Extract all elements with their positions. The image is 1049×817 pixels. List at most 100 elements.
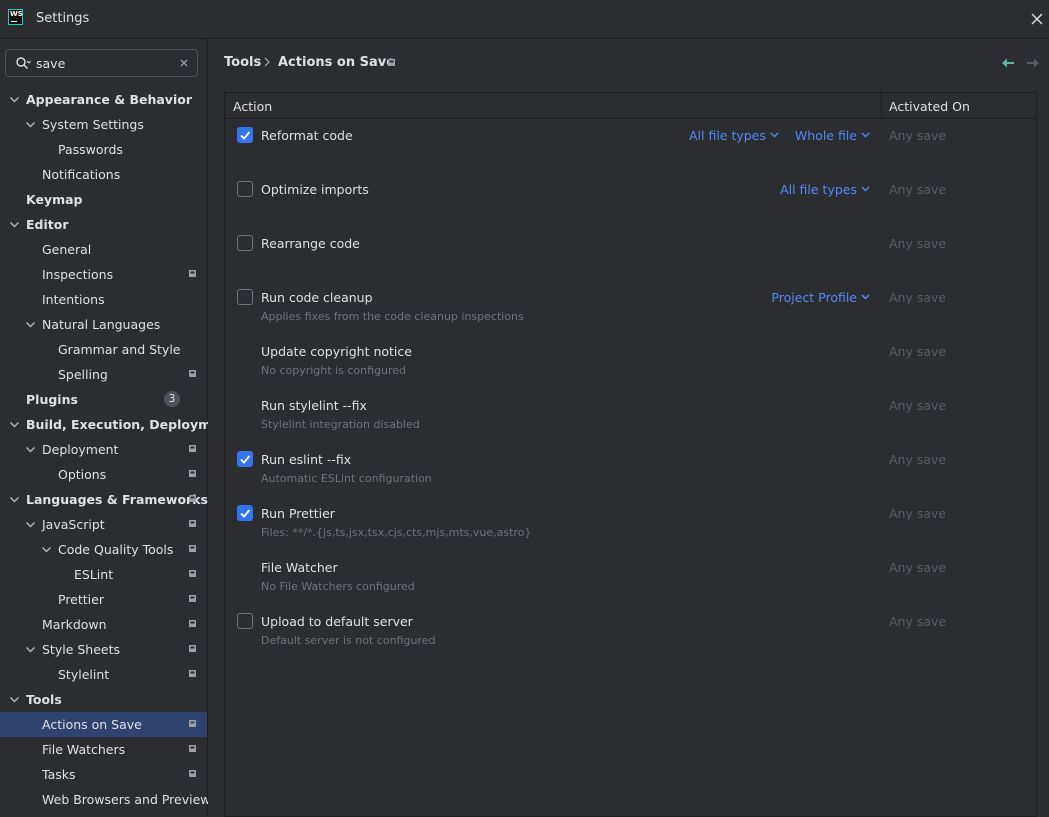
sidebar-item-label: Web Browsers and Preview — [42, 792, 211, 807]
sidebar-item[interactable]: Plugins 3 — [0, 387, 207, 412]
activated-on-value[interactable]: Any save — [889, 290, 946, 305]
sidebar-item[interactable]: Inspections — [0, 262, 207, 287]
sidebar-item[interactable]: General — [0, 237, 207, 262]
sidebar-item[interactable]: Spelling — [0, 362, 207, 387]
chevron-down-icon[interactable] — [25, 444, 36, 455]
sidebar-item[interactable]: JavaScript — [0, 512, 207, 537]
activated-on-value[interactable]: Any save — [889, 182, 946, 197]
table-row[interactable]: Upload to default server Default server i… — [225, 604, 1036, 658]
action-checkbox[interactable] — [237, 613, 253, 629]
scope-dropdown-label: Project Profile — [771, 290, 857, 305]
close-icon[interactable] — [1028, 10, 1046, 28]
sidebar-item[interactable]: Tools — [0, 687, 207, 712]
sidebar-item[interactable]: Tasks — [0, 762, 207, 787]
scope-dropdown[interactable]: All file types — [780, 182, 870, 197]
chevron-down-icon — [861, 186, 870, 192]
sidebar-item[interactable]: System Settings — [0, 112, 207, 137]
chevron-down-icon[interactable] — [9, 94, 20, 105]
table-row[interactable]: Reformat code All file types Whole file Any… — [225, 118, 1036, 172]
sidebar-item[interactable]: Grammar and Style — [0, 337, 207, 362]
action-description: Stylelint integration disabled — [261, 418, 420, 431]
chevron-down-icon[interactable] — [25, 519, 36, 530]
table-row[interactable]: Rearrange code Any save — [225, 226, 1036, 280]
back-arrow-icon[interactable] — [1001, 57, 1015, 69]
table-row[interactable]: Update copyright notice No copyright is c… — [225, 334, 1036, 388]
activated-on-value[interactable]: Any save — [889, 128, 946, 143]
chevron-down-icon[interactable] — [25, 119, 36, 130]
table-row[interactable]: Run Prettier Files: **/*.{js,ts,jsx,tsx,c… — [225, 496, 1036, 550]
sidebar-item[interactable]: Intentions — [0, 287, 207, 312]
sidebar-item[interactable]: Appearance & Behavior — [0, 87, 207, 112]
action-title: Update copyright notice — [261, 344, 412, 359]
action-checkbox[interactable] — [237, 181, 253, 197]
activated-on-value[interactable]: Any save — [889, 398, 946, 413]
sidebar-item-label: Keymap — [26, 192, 83, 207]
project-scope-icon — [189, 770, 196, 777]
chevron-down-icon[interactable] — [9, 694, 20, 705]
sidebar-item[interactable]: Notifications — [0, 162, 207, 187]
action-checkbox[interactable] — [237, 127, 253, 143]
activated-on-value[interactable]: Any save — [889, 452, 946, 467]
search-input[interactable] — [36, 54, 176, 72]
sidebar-item[interactable]: Stylelint — [0, 662, 207, 687]
sidebar-item-label: Inspections — [42, 267, 114, 282]
table-row[interactable]: Run code cleanup Applies fixes from the c… — [225, 280, 1036, 334]
table-row[interactable]: File Watcher No File Watchers configured A… — [225, 550, 1036, 604]
chevron-down-icon[interactable] — [9, 219, 20, 230]
chevron-down-icon[interactable] — [41, 544, 52, 555]
project-scope-icon — [189, 270, 196, 277]
sidebar-item-label: Build, Execution, Deployment — [26, 417, 235, 432]
sidebar-item[interactable]: Style Sheets — [0, 637, 207, 662]
action-checkbox[interactable] — [237, 289, 253, 305]
sidebar-item[interactable]: Keymap — [0, 187, 207, 212]
chevron-down-icon[interactable] — [9, 494, 20, 505]
sidebar-item[interactable]: Natural Languages — [0, 312, 207, 337]
column-header-action[interactable]: Action — [233, 99, 272, 114]
settings-search-box[interactable] — [5, 49, 198, 77]
sidebar-item-label: Deployment — [42, 442, 119, 457]
sidebar-item[interactable]: Code Quality Tools — [0, 537, 207, 562]
sidebar-item[interactable]: File Watchers — [0, 737, 207, 762]
sidebar-item[interactable]: Passwords — [0, 137, 207, 162]
actions-on-save-table: Action Activated On Reformat code All fil… — [224, 92, 1037, 817]
action-checkbox[interactable] — [237, 235, 253, 251]
scope-dropdown[interactable]: Whole file — [795, 128, 870, 143]
action-options: Project Profile — [771, 280, 870, 334]
table-row[interactable]: Optimize imports All file types Any save — [225, 172, 1036, 226]
clear-search-icon[interactable] — [178, 57, 190, 69]
sidebar-item[interactable]: Web Browsers and Preview — [0, 787, 211, 812]
sidebar-item[interactable]: Deployment — [0, 437, 207, 462]
action-title: Run code cleanup — [261, 290, 373, 305]
activated-on-value[interactable]: Any save — [889, 614, 946, 629]
sidebar-item-label: ESLint — [74, 567, 114, 582]
table-row[interactable]: Run eslint --fix Automatic ESLint configu… — [225, 442, 1036, 496]
chevron-down-icon[interactable] — [25, 319, 36, 330]
chevron-down-icon[interactable] — [25, 644, 36, 655]
action-checkbox[interactable] — [237, 451, 253, 467]
project-scope-icon — [388, 59, 395, 66]
breadcrumb-parent[interactable]: Tools — [224, 55, 261, 70]
sidebar-item[interactable]: ESLint — [0, 562, 207, 587]
sidebar-item[interactable]: Languages & Frameworks — [0, 487, 208, 512]
activated-on-value[interactable]: Any save — [889, 560, 946, 575]
scope-dropdown[interactable]: Project Profile — [771, 290, 870, 305]
action-options: All file types — [780, 172, 870, 226]
action-checkbox[interactable] — [237, 505, 253, 521]
sidebar-item[interactable]: Build, Execution, Deployment — [0, 412, 234, 437]
sidebar-item[interactable]: Options — [0, 462, 207, 487]
sidebar-item[interactable]: Markdown — [0, 612, 207, 637]
activated-on-value[interactable]: Any save — [889, 506, 946, 521]
column-divider[interactable] — [881, 93, 882, 118]
activated-on-value[interactable]: Any save — [889, 236, 946, 251]
column-header-activated-on[interactable]: Activated On — [889, 99, 970, 114]
scope-dropdown[interactable]: All file types — [689, 128, 779, 143]
sidebar-item[interactable]: Actions on Save — [0, 712, 207, 737]
forward-arrow-icon[interactable] — [1026, 57, 1040, 69]
sidebar-item[interactable]: Editor — [0, 212, 207, 237]
chevron-down-icon[interactable] — [9, 419, 20, 430]
action-options: All file types Whole file — [689, 118, 870, 172]
activated-on-value[interactable]: Any save — [889, 344, 946, 359]
table-row[interactable]: Run stylelint --fix Stylelint integration… — [225, 388, 1036, 442]
action-title: File Watcher — [261, 560, 338, 575]
sidebar-item[interactable]: Prettier — [0, 587, 207, 612]
